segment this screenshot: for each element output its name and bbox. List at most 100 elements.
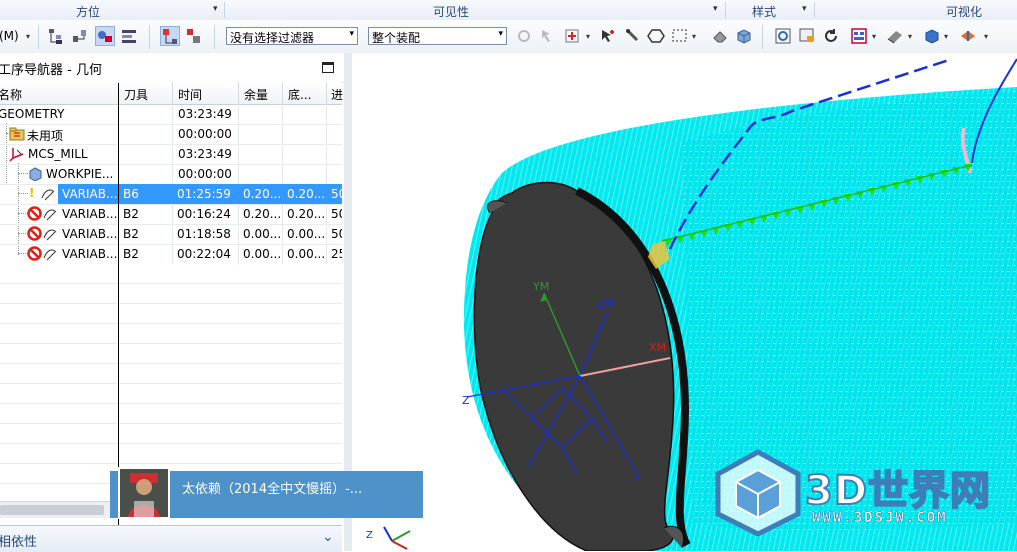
row-stock: 0.00... [243, 247, 281, 261]
divider [38, 25, 39, 49]
variable-contour-icon [40, 186, 56, 205]
zoom-window-icon[interactable] [797, 26, 817, 46]
geometry-view-icon[interactable] [95, 26, 115, 46]
chevron-down-icon[interactable]: ▾ [26, 32, 30, 41]
row-time: 00:00:00 [178, 167, 232, 181]
divider [149, 25, 150, 49]
no-entry-icon [27, 226, 42, 244]
tree-row-operation-selected[interactable]: ! VARIAB... B6 01:25:59 0.20... 0.20... … [0, 184, 342, 205]
divider [172, 82, 173, 104]
divider [326, 82, 327, 104]
chevron-down-icon: ▾ [349, 29, 354, 39]
chevron-down-icon[interactable]: ▾ [984, 32, 988, 41]
chevron-down-icon[interactable]: ▾ [908, 32, 912, 41]
tool-select-icon[interactable] [622, 26, 642, 46]
tree-row-geometry[interactable]: GEOMETRY 03:23:49 [0, 104, 342, 125]
tree-row-unused[interactable]: 未用项 00:00:00 [0, 124, 342, 145]
machine-tool-view-icon[interactable] [70, 26, 90, 46]
row-time: 00:16:24 [177, 207, 231, 221]
select-arrow-icon[interactable] [538, 26, 558, 46]
divider [238, 82, 239, 104]
z-label: Z [462, 394, 470, 407]
empty-rows [0, 264, 342, 501]
edge-display-icon[interactable] [958, 26, 978, 46]
row-name: VARIAB... [62, 227, 118, 241]
ym-label: YM [532, 280, 549, 293]
shaded-cube-icon[interactable] [734, 26, 754, 46]
brand-logo-icon [712, 448, 804, 539]
hexagon-icon[interactable] [646, 26, 666, 46]
row-stock: 0.20... [243, 187, 281, 201]
ribbon-group-bar: 方位 ▾ 可见性 ▾ 样式 ▾ 可视化 [0, 0, 1017, 21]
tree-row-mcs-mill[interactable]: - MCS_MILL 03:23:49 [0, 144, 342, 165]
column-stock[interactable]: 余量 [244, 86, 268, 103]
row-stock: 0.20... [243, 207, 281, 221]
ribbon-group-orient: 方位 [76, 5, 101, 19]
row-time: 00:22:04 [177, 247, 231, 261]
chevron-down-icon[interactable]: ▾ [692, 32, 696, 41]
divider [762, 25, 763, 49]
row-floor: 0.20... [287, 187, 325, 201]
render-style-icon[interactable] [922, 26, 942, 46]
pointer-icon[interactable] [598, 26, 618, 46]
divider [224, 2, 225, 18]
column-time[interactable]: 时间 [178, 86, 202, 103]
column-floor-stock[interactable]: 底... [288, 86, 311, 103]
music-notification-popup[interactable]: 太依赖（2014全中文慢摇）-... [110, 467, 423, 519]
variable-contour-icon [42, 226, 58, 245]
tree-row-workpiece[interactable]: WORKPIE... 00:00:00 [0, 164, 342, 185]
row-name: VARIAB... [62, 187, 118, 201]
row-tool: B2 [123, 227, 139, 241]
method-view-icon[interactable] [119, 26, 139, 46]
chevron-down-icon[interactable]: ▾ [713, 4, 718, 14]
menu-button[interactable]: (M) [0, 29, 19, 43]
avatar [118, 467, 170, 519]
list-view-icon[interactable] [160, 26, 180, 46]
point-snap-icon[interactable] [562, 26, 582, 46]
selection-filter-dropdown[interactable]: 没有选择过滤器 ▾ [226, 27, 358, 45]
ribbon-group-style: 样式 [752, 5, 777, 19]
chevron-down-icon[interactable]: ▾ [944, 32, 948, 41]
chevron-down-icon[interactable]: ▾ [802, 4, 807, 14]
divider [814, 2, 815, 18]
tree-row-operation[interactable]: VARIAB... B2 01:18:58 0.00... 0.00... 50 [0, 224, 342, 245]
divider [725, 2, 726, 18]
x-label: X [634, 473, 641, 484]
chevron-down-icon[interactable]: ⌄ [322, 529, 334, 545]
row-name: 未用项 [27, 129, 64, 143]
row-name: MCS_MILL [28, 147, 88, 161]
program-order-view-icon[interactable] [46, 26, 66, 46]
ribbon-group-visibility: 可见性 [433, 5, 470, 19]
row-floor: 0.20... [287, 207, 325, 221]
navigator-column-header: 名称 刀具 时间 余量 底... 进 [0, 82, 343, 105]
coordinate-system-icon [8, 146, 26, 165]
eraser-icon[interactable] [710, 26, 730, 46]
assembly-scope-dropdown[interactable]: 整个装配 ▾ [368, 27, 507, 45]
workpiece-icon [28, 167, 43, 184]
chevron-down-icon[interactable]: ▾ [586, 32, 590, 41]
snap-point-icon[interactable] [514, 26, 534, 46]
orient-view-icon[interactable] [885, 26, 905, 46]
layout-icon[interactable] [849, 26, 869, 46]
group-view-icon[interactable] [184, 26, 204, 46]
tree-row-operation[interactable]: VARIAB... B2 00:22:04 0.00... 0.00... 25 [0, 244, 342, 265]
scrollbar-thumb[interactable] [0, 505, 104, 515]
main-toolbar: (M) ▾ 没有选择过滤器 ▾ 整个装配 ▾ ▾ ▾ ▾ ▾ ▾ ▾ [0, 20, 1017, 54]
rotate-icon[interactable] [821, 26, 841, 46]
column-feed[interactable]: 进 [331, 86, 343, 103]
selection-filter-value: 没有选择过滤器 [230, 31, 315, 45]
row-tool: B2 [123, 247, 139, 261]
row-name: VARIAB... [62, 247, 118, 261]
variable-contour-icon [42, 246, 58, 265]
row-name: VARIAB... [62, 207, 118, 221]
zoom-fit-icon[interactable] [773, 26, 793, 46]
rectangle-select-icon[interactable] [670, 26, 690, 46]
dependency-panel-header[interactable]: 相依性 ⌄ [0, 525, 342, 552]
chevron-down-icon[interactable]: ▾ [213, 4, 218, 14]
zm-label: ZM [597, 297, 614, 310]
tree-row-operation[interactable]: VARIAB... B2 00:16:24 0.20... 0.20... 50 [0, 204, 342, 225]
column-name[interactable]: 名称 [0, 86, 22, 103]
maximize-icon[interactable] [322, 62, 334, 73]
column-tool[interactable]: 刀具 [124, 86, 148, 103]
chevron-down-icon[interactable]: ▾ [872, 32, 876, 41]
